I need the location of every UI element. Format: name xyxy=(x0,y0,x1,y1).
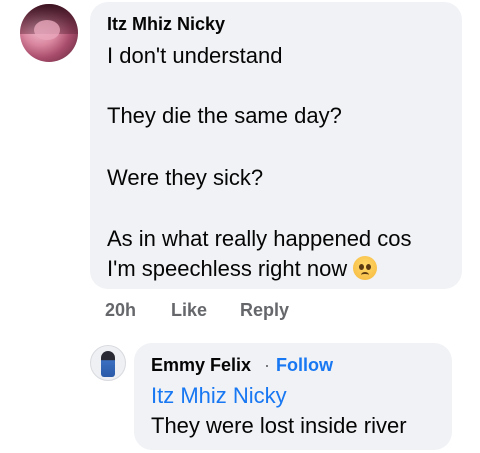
avatar-face xyxy=(34,20,60,40)
separator-dot: · xyxy=(264,355,270,375)
follow-button[interactable]: Follow xyxy=(276,355,333,376)
comment-line-5: Were they sick? xyxy=(107,165,264,190)
comment-line-7: As in what really happened cos xyxy=(107,226,412,251)
comment-line-1: I don't understand xyxy=(107,43,283,68)
comment-timestamp[interactable]: 20h xyxy=(105,300,136,321)
like-button[interactable]: Like xyxy=(171,300,207,321)
reply-button[interactable]: Reply xyxy=(240,300,289,321)
comment-line-8: I'm speechless right now xyxy=(107,256,378,282)
mention-link[interactable]: Itz Mhiz Nicky xyxy=(151,383,287,409)
comment-line-3: They die the same day? xyxy=(107,103,342,128)
reply-author-name[interactable]: Emmy Felix xyxy=(151,355,251,376)
replier-avatar[interactable] xyxy=(90,345,126,381)
comment-author-name[interactable]: Itz Mhiz Nicky xyxy=(107,14,225,35)
reply-text: They were lost inside river xyxy=(151,413,407,438)
worried-face-icon xyxy=(353,256,378,280)
comment-line-8-text: I'm speechless right now xyxy=(107,256,348,281)
commenter-avatar[interactable] xyxy=(20,4,78,62)
avatar-figure xyxy=(101,351,115,377)
